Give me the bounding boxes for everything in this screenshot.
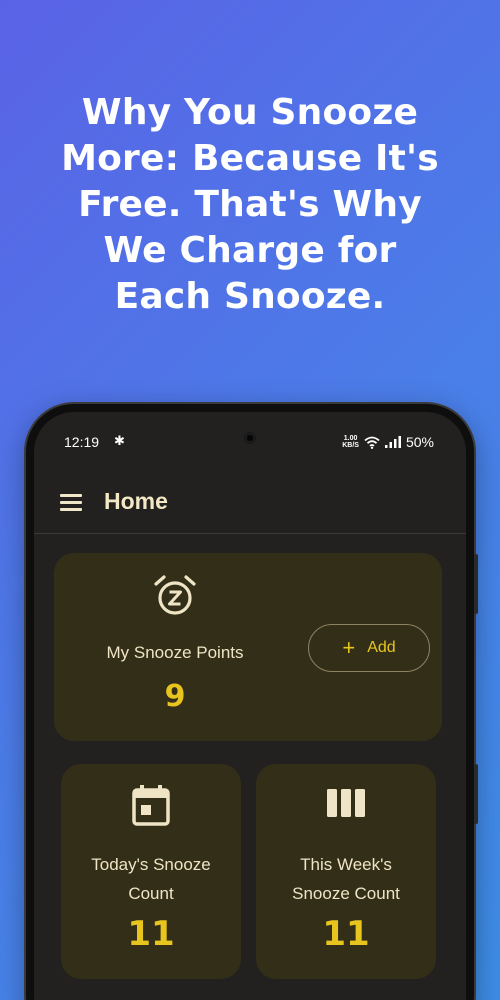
status-right: 1.00 KB/S 50% <box>342 434 434 450</box>
plus-icon: + <box>342 635 356 660</box>
week-snooze-value: 11 <box>322 914 370 954</box>
alarm-clock-z-icon <box>152 573 198 623</box>
network-speed-unit: KB/S <box>342 442 359 449</box>
today-snooze-value: 11 <box>127 914 175 954</box>
battery-percentage: 50% <box>405 434 434 450</box>
status-time: 12:19 <box>64 434 100 450</box>
add-button-label: Add <box>367 639 396 656</box>
app-screen: 12:19 ✱ 1.00 KB/S 50% Home My Snooze Poi… <box>34 412 466 1000</box>
headline-line: More: Because It's <box>61 138 439 179</box>
status-bar: 12:19 ✱ 1.00 KB/S 50% <box>34 412 466 472</box>
add-points-button[interactable]: + Add <box>308 624 430 672</box>
week-snooze-count-card: This Week's Snooze Count 11 <box>256 764 436 979</box>
today-snooze-label: Today's Snooze Count <box>61 850 241 908</box>
snooze-points-label: My Snooze Points <box>106 643 244 662</box>
headline-line: Each Snooze. <box>114 276 386 317</box>
hamburger-menu-icon[interactable] <box>60 494 82 511</box>
wifi-icon <box>364 436 380 449</box>
snooze-points-value: 9 <box>164 679 186 714</box>
stat-label-line: This Week's <box>300 855 392 874</box>
stat-label-line: Today's Snooze <box>91 855 211 874</box>
signal-icon <box>384 436 401 448</box>
headline-line: Why You Snooze <box>81 92 419 133</box>
stat-label-line: Count <box>128 884 174 903</box>
stat-label-line: Snooze Count <box>292 884 400 903</box>
page-title: Home <box>104 488 168 514</box>
week-bars-icon <box>326 784 366 828</box>
phone-frame: 12:19 ✱ 1.00 KB/S 50% Home My Snooze Poi… <box>26 404 478 1000</box>
snooze-points-card: My Snooze Points 9 + Add <box>54 553 442 741</box>
headline-line: We Charge for <box>103 230 397 271</box>
week-snooze-label: This Week's Snooze Count <box>256 850 436 908</box>
power-button <box>474 764 478 824</box>
calendar-icon <box>131 784 171 830</box>
promo-headline: Why You Snooze More: Because It's Free. … <box>20 90 480 320</box>
app-bar: Home <box>34 472 466 534</box>
headline-line: Free. That's Why <box>78 184 422 225</box>
front-camera <box>244 432 256 444</box>
today-snooze-count-card: Today's Snooze Count 11 <box>61 764 241 979</box>
network-speed-value: 1.00 <box>343 435 358 442</box>
volume-button <box>474 554 478 614</box>
network-speed: 1.00 KB/S <box>342 435 359 449</box>
slack-icon: ✱ <box>114 433 125 448</box>
